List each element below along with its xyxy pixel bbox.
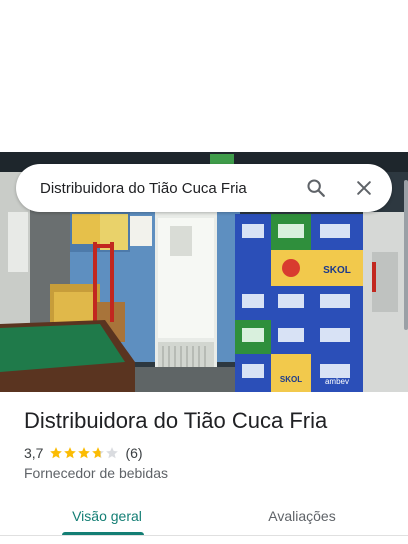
tab-overview[interactable]: Visão geral [62, 496, 152, 536]
rating-value: 3,7 [24, 445, 44, 461]
place-category[interactable]: Fornecedor de bebidas [24, 465, 168, 481]
place-title: Distribuidora do Tião Cuca Fria [24, 408, 328, 433]
tab-reviews[interactable]: Avaliações [252, 496, 352, 536]
crate-label-skol: SKOL [323, 265, 351, 276]
search-input[interactable]: Distribuidora do Tião Cuca Fria [16, 180, 292, 197]
search-bar[interactable]: Distribuidora do Tião Cuca Fria [16, 164, 392, 212]
crate-label-ambev: ambev [325, 377, 349, 386]
clear-search-button[interactable] [340, 164, 388, 212]
scrollbar[interactable] [404, 180, 408, 330]
search-icon [307, 179, 325, 197]
tab-divider [0, 535, 408, 536]
crate-label-skol-lower: SKOL [280, 375, 302, 384]
star-icon [78, 447, 91, 459]
star-icon [106, 447, 119, 459]
close-icon [357, 181, 371, 195]
tab-bar: Visão geral Avaliações [0, 496, 408, 536]
search-button[interactable] [292, 164, 340, 212]
review-count[interactable]: (6) [125, 445, 142, 461]
star-icon [92, 447, 105, 459]
star-icon [50, 447, 63, 459]
star-icon [64, 447, 77, 459]
rating-stars [49, 446, 119, 460]
rating-row[interactable]: 3,7 (6) [24, 444, 143, 462]
